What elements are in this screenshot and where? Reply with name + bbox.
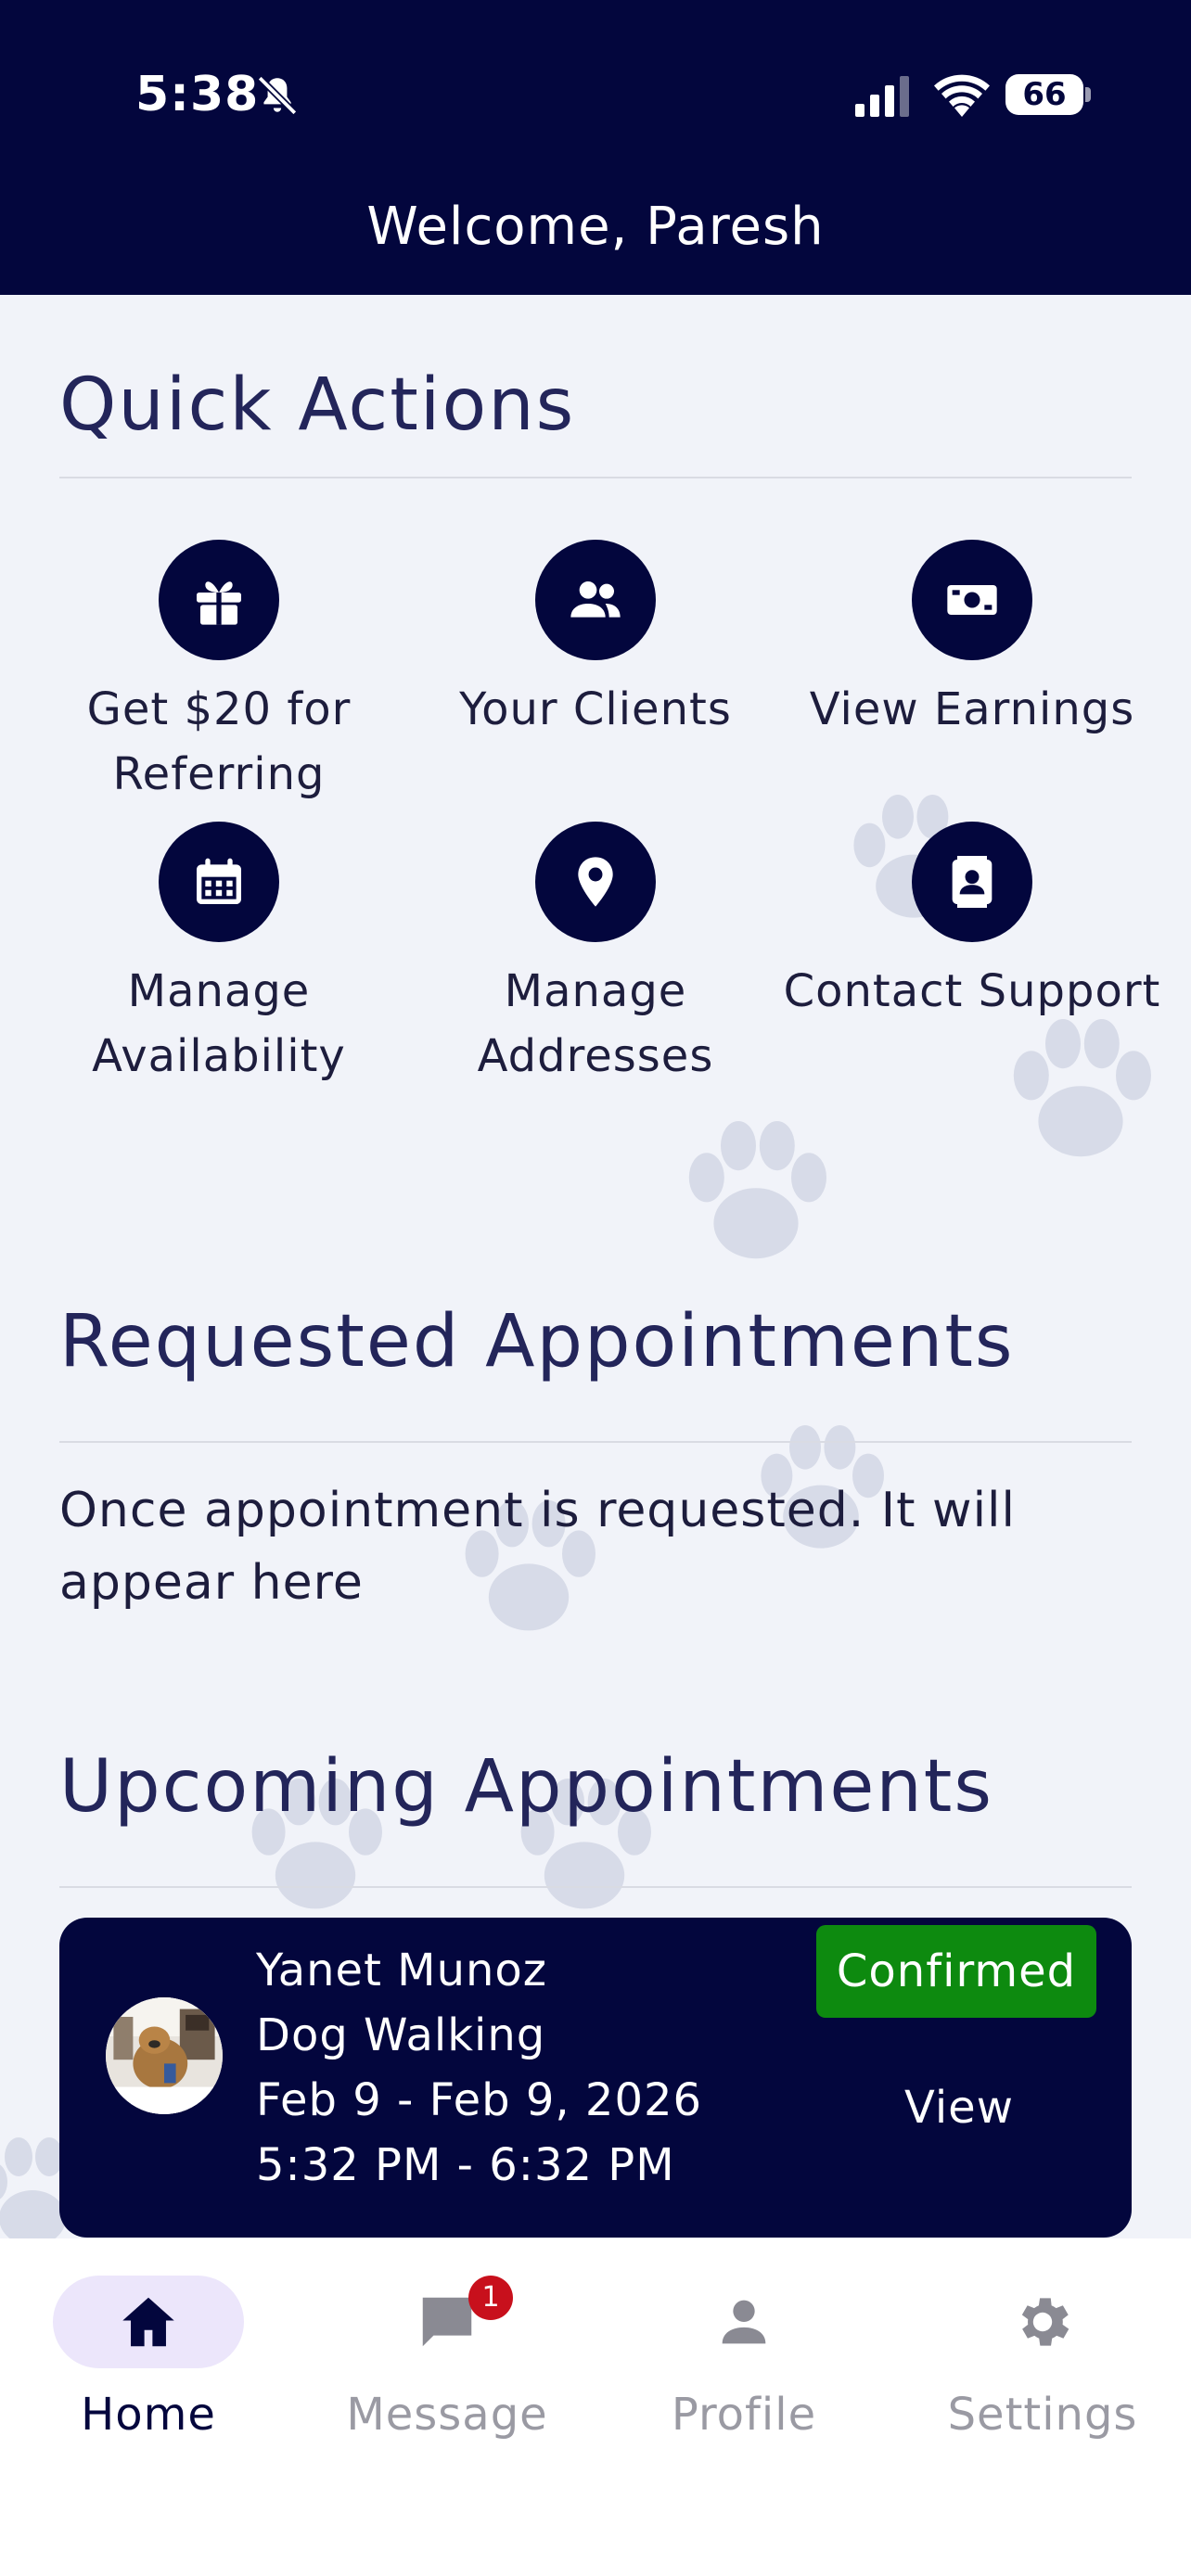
quick-actions-title: Quick Actions	[59, 363, 576, 447]
quick-action-clients[interactable]: Your Clients	[401, 540, 790, 742]
gift-icon	[197, 581, 241, 625]
calendar-icon-circle	[159, 822, 279, 942]
profile-icon	[722, 2300, 766, 2344]
requested-empty-text: Once appointment is requested. It will a…	[59, 1483, 1016, 1611]
quick-action-label: View Earnings	[809, 683, 1135, 735]
battery-tip	[1085, 87, 1091, 102]
quick-action-label: Your Clients	[459, 683, 732, 735]
gear-icon	[1021, 2298, 1069, 2346]
client-name: Yanet Munoz	[256, 1945, 547, 1996]
tab-settings[interactable]: Settings	[922, 2276, 1163, 2441]
divider	[59, 1886, 1132, 1888]
divider	[59, 1441, 1132, 1443]
appointment-dates: Feb 9 - Feb 9, 2026	[256, 2074, 703, 2126]
upcoming-appointments-title: Upcoming Appointments	[59, 1745, 994, 1829]
status-badge: Confirmed	[816, 1925, 1096, 2018]
tab-label: Message	[346, 2389, 548, 2441]
gift-icon-circle	[159, 540, 279, 660]
bell-muted-icon	[257, 75, 298, 116]
calendar-icon	[197, 858, 241, 904]
dog-photo	[106, 1997, 223, 2114]
contact-card-icon	[952, 856, 992, 908]
appointment-card[interactable]: Yanet Munoz Dog Walking Feb 9 - Feb 9, 2…	[59, 1918, 1132, 2238]
quick-action-label: Get $20 for Referring	[86, 683, 352, 800]
cellular-signal-icon	[855, 76, 909, 117]
location-pin-icon-circle	[535, 822, 656, 942]
appointment-details: Yanet Munoz Dog Walking Feb 9 - Feb 9, 2…	[256, 1938, 702, 2198]
welcome-title: Welcome, Paresh	[366, 197, 825, 257]
battery-indicator: 66	[1005, 74, 1083, 115]
contact-card-icon-circle	[912, 822, 1032, 942]
service-name: Dog Walking	[256, 2009, 546, 2061]
wifi-icon	[934, 74, 990, 117]
tab-icon-wrap	[947, 2276, 1138, 2368]
active-tab-indicator	[53, 2276, 244, 2368]
money-icon	[947, 585, 997, 615]
tab-home[interactable]: Home	[28, 2276, 269, 2441]
tab-profile[interactable]: Profile	[623, 2276, 864, 2441]
tab-label: Settings	[947, 2389, 1138, 2441]
quick-action-label: Contact Support	[783, 965, 1161, 1017]
paw-print-icon	[1013, 1019, 1151, 1157]
view-appointment-button[interactable]: View	[866, 2075, 1052, 2140]
avatar	[106, 1997, 223, 2114]
quick-action-support[interactable]: Contact Support	[777, 822, 1167, 1024]
quick-action-earnings[interactable]: View Earnings	[777, 540, 1167, 742]
people-icon	[570, 581, 621, 618]
status-time: 5:38	[135, 67, 260, 122]
quick-action-label: Manage Availability	[92, 965, 346, 1082]
home-icon	[122, 2297, 174, 2347]
unread-badge: 1	[468, 2276, 513, 2320]
quick-action-addresses[interactable]: Manage Addresses	[401, 822, 790, 1089]
requested-appointments-title: Requested Appointments	[59, 1300, 1015, 1384]
quick-action-availability[interactable]: Manage Availability	[24, 822, 414, 1089]
tab-label: Home	[81, 2389, 216, 2441]
tab-label: Profile	[671, 2389, 817, 2441]
people-icon-circle	[535, 540, 656, 660]
location-pin-icon	[578, 857, 613, 907]
money-icon-circle	[912, 540, 1032, 660]
app-header: 5:38 66 Welcome, Paresh	[0, 0, 1191, 295]
paw-print-icon	[688, 1121, 826, 1259]
tab-message[interactable]: 1 Message	[327, 2276, 568, 2441]
divider	[59, 477, 1132, 478]
tab-icon-wrap: 1	[352, 2276, 543, 2368]
bottom-tab-bar: Home 1 Message Profile Settings	[0, 2238, 1191, 2576]
tab-icon-wrap	[648, 2276, 839, 2368]
appointment-time: 5:32 PM - 6:32 PM	[256, 2139, 675, 2191]
quick-action-referral[interactable]: Get $20 for Referring	[24, 540, 414, 807]
quick-action-label: Manage Addresses	[477, 965, 714, 1082]
